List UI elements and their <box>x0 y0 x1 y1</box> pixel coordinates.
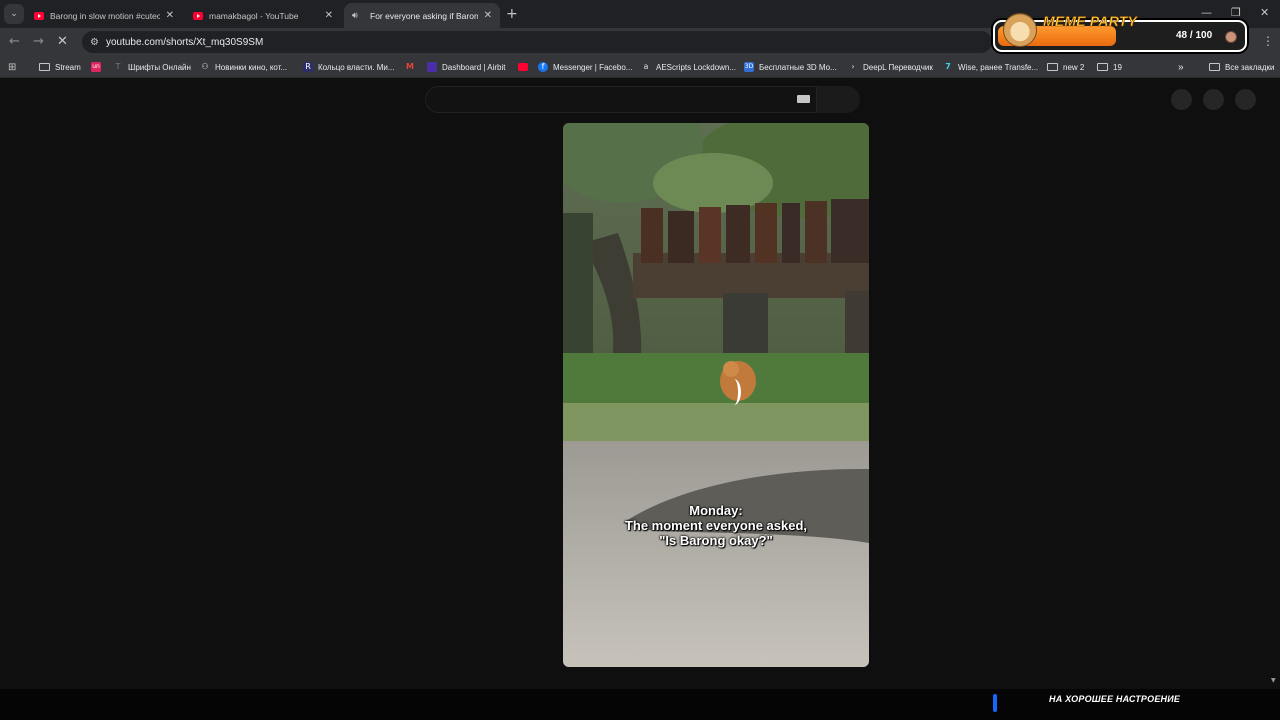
keyboard-icon[interactable] <box>797 95 810 103</box>
bookmark-label: new 2 <box>1063 62 1085 72</box>
bookmark-label: AEScripts Lockdown... <box>656 62 737 72</box>
caption-line: The moment everyone asked, <box>624 518 808 533</box>
url-text: youtube.com/shorts/Xt_mq30S9SM <box>105 36 264 48</box>
tab-barong-slow-motion[interactable]: Barong in slow motion #cuteca ✕ <box>26 3 182 28</box>
notifications-button[interactable] <box>1203 89 1224 110</box>
footer-text: НА ХОРОШЕЕ НАСТРОЕНИЕ <box>1049 694 1181 704</box>
close-icon[interactable]: ✕ <box>484 10 492 21</box>
loading-spinner <box>727 379 741 405</box>
close-icon[interactable]: ✕ <box>166 10 174 21</box>
site-icon: 7 <box>945 62 951 71</box>
bookmark-label: 19 <box>1113 62 1122 72</box>
forward-button[interactable]: → <box>33 34 44 49</box>
youtube-icon <box>193 11 203 20</box>
bookmark-label: Новинки кино, кот... <box>215 62 288 72</box>
address-bar[interactable]: ⚙ youtube.com/shorts/Xt_mq30S9SM <box>82 31 992 53</box>
tab-title: mamakbagol - YouTube <box>209 10 299 21</box>
site-icon: a <box>643 62 649 71</box>
site-icon: T <box>115 62 121 71</box>
coin-icon <box>1225 31 1237 43</box>
bookmark-fonts[interactable]: T Шрифты Онлайн <box>113 60 191 74</box>
new-tab-button[interactable]: + <box>506 6 518 22</box>
bookmark-wise[interactable]: 7 Wise, ранее Transfe... <box>943 60 1038 74</box>
search-input[interactable] <box>425 86 817 113</box>
back-button[interactable]: ← <box>9 34 20 49</box>
bookmark-3d-models[interactable]: 3D Бесплатные 3D Мо... <box>744 60 837 74</box>
tab-title: For everyone asking if Barong i <box>370 10 478 21</box>
video-caption: Monday: The moment everyone asked, "Is B… <box>563 503 869 548</box>
bookmarks-overflow-button[interactable]: » <box>1178 60 1184 74</box>
shorts-video-player[interactable]: Monday: The moment everyone asked, "Is B… <box>563 123 869 667</box>
bookmark-label: Бесплатные 3D Мо... <box>759 62 837 72</box>
all-bookmarks-label: Все закладки <box>1225 62 1275 72</box>
bookmark-label: DeepL Переводчик <box>863 62 933 72</box>
youtube-page: Monday: The moment everyone asked, "Is B… <box>0 79 1280 689</box>
bookmark-cinema[interactable]: ⚇ Новинки кино, кот... <box>200 60 287 74</box>
close-icon[interactable]: ✕ <box>325 10 333 21</box>
youtube-icon <box>518 63 528 71</box>
site-icon: ⚇ <box>201 62 209 71</box>
bookmark-folder-new2[interactable]: new 2 <box>1047 60 1084 74</box>
caption-line: "Is Barong okay?" <box>659 533 773 548</box>
video-frame <box>563 123 869 667</box>
site-icon: › <box>851 62 855 71</box>
bookmark-label: Кольцо власти. Ми... <box>318 62 395 72</box>
scroll-down-arrow[interactable]: ▼ <box>1271 677 1276 684</box>
folder-icon <box>39 63 50 71</box>
gmail-icon: M <box>406 62 414 71</box>
tab-search-button[interactable]: ⌄ <box>4 4 24 24</box>
tab-mamakbagol[interactable]: mamakbagol - YouTube ✕ <box>185 3 341 28</box>
app-icon: un <box>91 62 101 72</box>
bookmark-folder-19[interactable]: 19 <box>1097 60 1122 74</box>
youtube-icon <box>34 11 44 20</box>
close-window-icon[interactable]: ✕ <box>1260 6 1269 19</box>
facebook-icon: f <box>538 62 548 72</box>
tab-title: Barong in slow motion #cuteca <box>50 10 160 21</box>
minimize-icon[interactable]: — <box>1201 6 1212 19</box>
audio-icon[interactable]: 🔊︎ <box>352 10 364 22</box>
tab-active-shorts[interactable]: 🔊︎ For everyone asking if Barong i ✕ <box>344 3 500 28</box>
bookmark-label: Dashboard | Airbit <box>442 62 506 72</box>
bookmark-youtube[interactable] <box>518 60 533 74</box>
bookmark-app[interactable]: un <box>91 60 106 74</box>
chevron-down-icon: ⌄ <box>10 9 18 19</box>
folder-icon <box>1209 63 1220 71</box>
apps-icon[interactable]: ⊞ <box>8 60 16 74</box>
bookmarks-bar: ⊞ Stream un T Шрифты Онлайн ⚇ Новинки кино… <box>0 56 1280 78</box>
meme-party-widget[interactable]: MEME PARTY 48 / 100 <box>993 13 1247 52</box>
restore-icon[interactable]: ❐ <box>1231 6 1241 19</box>
bookmark-stream[interactable]: Stream <box>39 60 81 74</box>
bookmark-aescripts[interactable]: a AEScripts Lockdown... <box>641 60 737 74</box>
site-icon: R <box>303 62 313 72</box>
bookmark-gmail[interactable]: M <box>405 60 420 74</box>
meme-party-title: MEME PARTY <box>1043 13 1138 30</box>
browser-menu-icon[interactable]: ⋮ <box>1262 34 1274 48</box>
doge-icon <box>1003 13 1037 47</box>
meme-party-count: 48 / 100 <box>1176 30 1213 41</box>
bookmark-label: Шрифты Онлайн <box>128 62 191 72</box>
site-settings-icon[interactable]: ⚙ <box>90 37 99 48</box>
bookmark-messenger[interactable]: f Messenger | Facebo... <box>538 60 632 74</box>
avatar[interactable] <box>1235 89 1256 110</box>
create-button[interactable] <box>1171 89 1192 110</box>
folder-icon <box>1097 63 1108 71</box>
bookmark-rings[interactable]: R Кольцо власти. Ми... <box>303 60 395 74</box>
accent-marker <box>993 694 997 712</box>
bookmark-label: Wise, ранее Transfe... <box>958 62 1039 72</box>
folder-icon <box>1047 63 1058 71</box>
site-icon: 3D <box>744 62 754 72</box>
search-button[interactable] <box>817 86 860 113</box>
bookmark-label: Stream <box>55 62 81 72</box>
site-icon <box>427 62 437 72</box>
caption-line: Monday: <box>689 503 743 518</box>
bottom-overlay-bar: НА ХОРОШЕЕ НАСТРОЕНИЕ <box>0 689 1280 720</box>
bookmark-airbit[interactable]: Dashboard | Airbit <box>427 60 505 74</box>
stop-loading-button[interactable]: ✕ <box>57 34 68 49</box>
bookmark-label: Messenger | Facebo... <box>553 62 633 72</box>
bookmark-deepl[interactable]: › DeepL Переводчик <box>848 60 933 74</box>
all-bookmarks-button[interactable]: Все закладки <box>1209 60 1274 74</box>
